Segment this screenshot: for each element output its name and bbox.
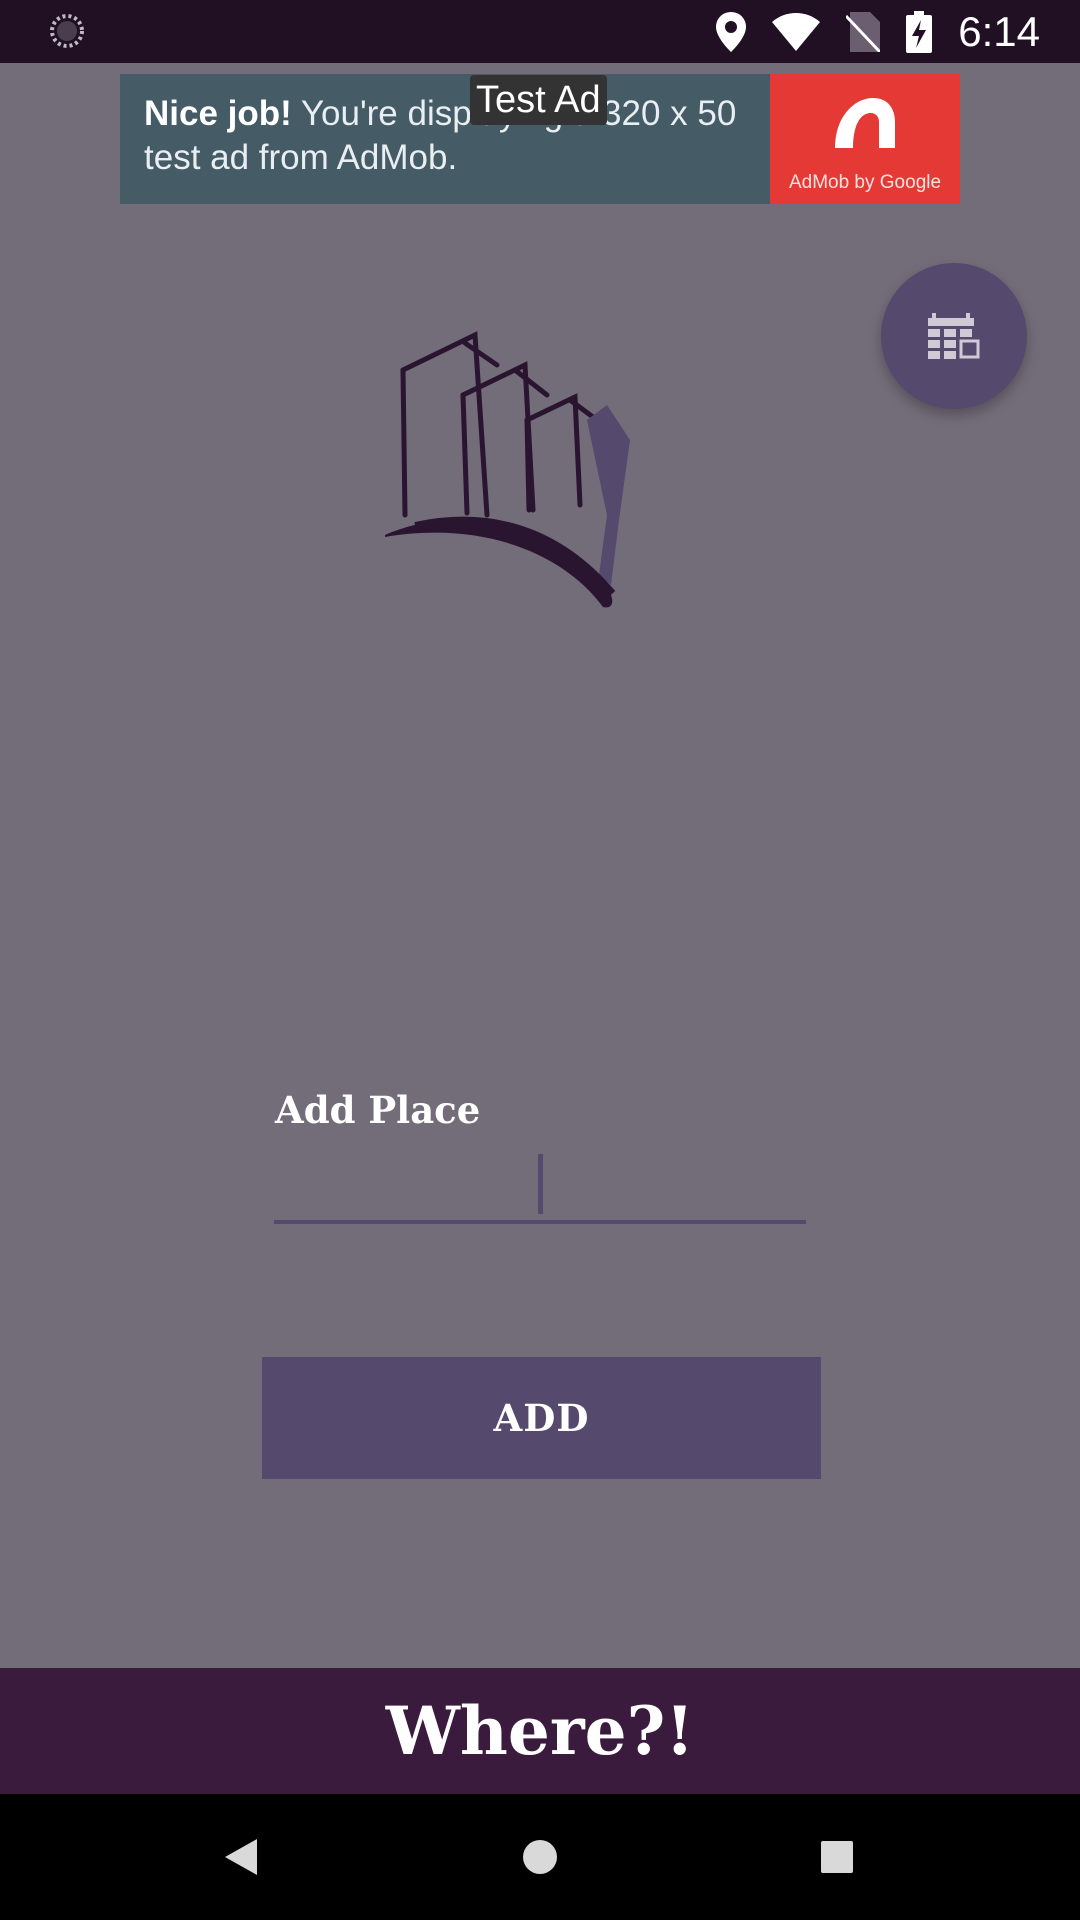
back-button[interactable]: [181, 1794, 301, 1920]
home-icon: [523, 1840, 557, 1874]
recents-button[interactable]: [777, 1794, 897, 1920]
buildings-logo: [385, 331, 630, 608]
admob-logo: AdMob by Google: [770, 74, 960, 204]
status-bar: 6:14: [0, 0, 1080, 63]
add-place-label: Add Place: [275, 1088, 481, 1132]
battery-charging-icon: [906, 10, 933, 53]
no-sim-icon: [846, 11, 881, 52]
recents-icon: [821, 1841, 853, 1873]
wifi-icon: [772, 12, 821, 51]
footer-bar: Where?!: [0, 1668, 1080, 1794]
calendar-grid-icon: [928, 313, 980, 359]
ad-headline-bold: Nice job!: [144, 94, 292, 133]
add-button[interactable]: ADD: [262, 1357, 821, 1479]
app-title: Where?!: [385, 1692, 695, 1770]
navigation-bar: [0, 1794, 1080, 1920]
location-icon: [716, 11, 747, 52]
loading-icon: [50, 14, 84, 48]
admob-caption: AdMob by Google: [788, 172, 942, 193]
status-time: 6:14: [958, 7, 1040, 55]
calendar-fab-button[interactable]: [881, 263, 1027, 409]
ad-text: Nice job! You're displaying a 320 x 50 t…: [144, 92, 764, 180]
test-ad-badge: Test Ad: [470, 75, 607, 125]
home-button[interactable]: [480, 1794, 600, 1920]
admob-icon: [835, 98, 895, 148]
back-icon: [225, 1839, 257, 1875]
text-cursor: [538, 1154, 543, 1214]
